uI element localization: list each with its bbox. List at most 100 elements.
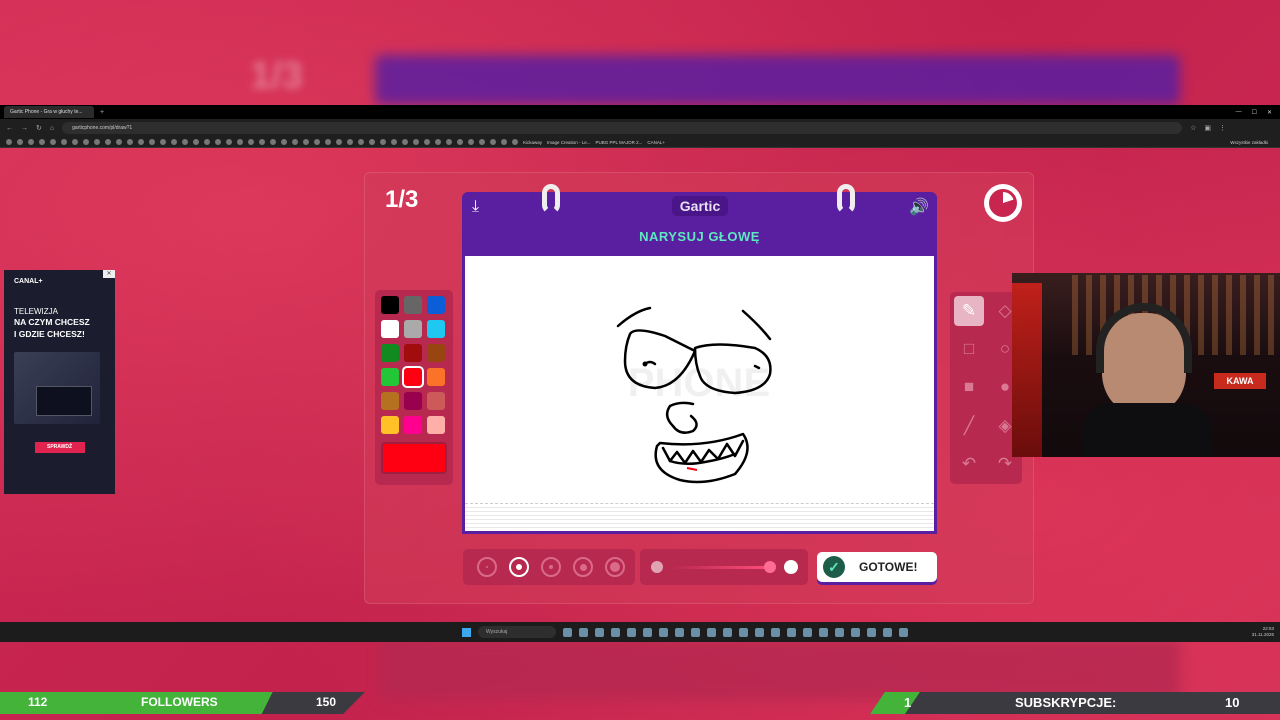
bookmark-icon[interactable]: [171, 139, 177, 145]
bookmark-icon[interactable]: [457, 139, 463, 145]
bookmark-icon[interactable]: [402, 139, 408, 145]
forward-icon[interactable]: →: [21, 125, 28, 132]
bookmark-icon[interactable]: [116, 139, 122, 145]
color-swatch[interactable]: [381, 320, 399, 338]
bookmark-icon[interactable]: [17, 139, 23, 145]
new-tab-icon[interactable]: +: [100, 109, 104, 116]
brush-size-4[interactable]: [573, 557, 593, 577]
taskbar-app-icon[interactable]: [579, 627, 588, 637]
taskbar-app-icon[interactable]: [803, 627, 812, 637]
bookmark-icon[interactable]: [413, 139, 419, 145]
bookmark-icon[interactable]: [336, 139, 342, 145]
bookmark-icon[interactable]: [325, 139, 331, 145]
color-swatch[interactable]: [381, 368, 399, 386]
bookmark-icon[interactable]: [94, 139, 100, 145]
color-swatch[interactable]: [427, 416, 445, 434]
bookmark-kickaway[interactable]: Kickaway: [523, 140, 542, 145]
undo-icon[interactable]: ↶: [954, 449, 984, 479]
bookmark-icon[interactable]: [479, 139, 485, 145]
back-icon[interactable]: ←: [6, 125, 13, 132]
bookmark-icon[interactable]: [237, 139, 243, 145]
taskbar-app-icon[interactable]: [819, 627, 828, 637]
bookmark-star-icon[interactable]: ☆: [1190, 124, 1196, 132]
done-button[interactable]: ✓ GOTOWE!: [817, 552, 937, 582]
bookmark-icon[interactable]: [435, 139, 441, 145]
color-swatch[interactable]: [402, 366, 424, 388]
bookmark-icon[interactable]: [303, 139, 309, 145]
bookmark-icon[interactable]: [226, 139, 232, 145]
bookmark-icon[interactable]: [215, 139, 221, 145]
canal-plus-ad[interactable]: ✕ CANAL+ TELEWIZJA NA CZYM CHCESZ I GDZI…: [4, 270, 115, 494]
bookmark-icon[interactable]: [314, 139, 320, 145]
all-bookmarks[interactable]: Wszystkie zakładki: [1230, 140, 1280, 145]
color-swatch[interactable]: [404, 392, 422, 410]
color-swatch[interactable]: [404, 416, 422, 434]
brush-size-1[interactable]: [477, 557, 497, 577]
ad-cta-button[interactable]: SPRAWDŹ: [34, 442, 85, 453]
color-swatch[interactable]: [427, 344, 445, 362]
bookmark-icon[interactable]: [501, 139, 507, 145]
start-icon[interactable]: [462, 627, 471, 637]
rectangle-fill-icon[interactable]: ■: [954, 372, 984, 402]
opacity-track[interactable]: [670, 566, 770, 569]
ad-close-icon[interactable]: ✕: [103, 270, 115, 278]
bookmark-icon[interactable]: [28, 139, 34, 145]
bookmark-canal[interactable]: CANAL+: [647, 140, 665, 145]
color-swatch[interactable]: [427, 392, 445, 410]
taskbar-app-icon[interactable]: [611, 627, 620, 637]
extensions-icon[interactable]: ▣: [1204, 124, 1211, 132]
pencil-icon[interactable]: ✎: [954, 296, 984, 326]
minimize-icon[interactable]: —: [1236, 109, 1242, 116]
bookmark-icon[interactable]: [138, 139, 144, 145]
color-swatch[interactable]: [381, 392, 399, 410]
color-swatch[interactable]: [381, 296, 399, 314]
taskbar-app-icon[interactable]: [595, 627, 604, 637]
taskbar-app-icon[interactable]: [659, 627, 668, 637]
taskbar-app-icon[interactable]: [739, 627, 748, 637]
bookmark-icon[interactable]: [358, 139, 364, 145]
color-swatch[interactable]: [427, 296, 445, 314]
color-swatch[interactable]: [427, 368, 445, 386]
drawing-canvas[interactable]: PHONE: [462, 256, 937, 534]
close-icon[interactable]: ✕: [1267, 109, 1272, 116]
bookmark-icon[interactable]: [369, 139, 375, 145]
bookmark-icon[interactable]: [182, 139, 188, 145]
taskbar-app-icon[interactable]: [899, 627, 908, 637]
bookmark-icon[interactable]: [160, 139, 166, 145]
bookmark-icon[interactable]: [105, 139, 111, 145]
bookmark-icon[interactable]: [512, 139, 518, 145]
color-swatch[interactable]: [381, 344, 399, 362]
home-icon[interactable]: ⌂: [50, 125, 54, 132]
taskbar-app-icon[interactable]: [675, 627, 684, 637]
taskbar-app-icon[interactable]: [707, 627, 716, 637]
bookmark-icon[interactable]: [281, 139, 287, 145]
bookmark-icon[interactable]: [391, 139, 397, 145]
system-clock[interactable]: 22:53 31.11.2026: [1252, 626, 1274, 638]
opacity-handle[interactable]: [764, 561, 776, 573]
color-swatch[interactable]: [404, 320, 422, 338]
bookmark-icon[interactable]: [83, 139, 89, 145]
color-swatch[interactable]: [427, 320, 445, 338]
taskbar-app-icon[interactable]: [867, 627, 876, 637]
taskbar-app-icon[interactable]: [883, 627, 892, 637]
bookmark-image-creation[interactable]: Image Creation - Le...: [547, 140, 591, 145]
bookmark-icon[interactable]: [127, 139, 133, 145]
taskbar-search[interactable]: Wyszukaj: [478, 626, 556, 638]
bookmark-icon[interactable]: [490, 139, 496, 145]
bookmark-icon[interactable]: [149, 139, 155, 145]
bookmark-icon[interactable]: [6, 139, 12, 145]
taskbar-app-icon[interactable]: [563, 627, 572, 637]
bookmark-icon[interactable]: [380, 139, 386, 145]
bookmark-icon[interactable]: [39, 139, 45, 145]
address-bar[interactable]: garticphone.com/pl/draw?1: [62, 122, 1183, 134]
brush-size-3[interactable]: [541, 557, 561, 577]
maximize-icon[interactable]: ☐: [1252, 109, 1257, 116]
download-icon[interactable]: ⤓: [472, 198, 479, 216]
taskbar-app-icon[interactable]: [851, 627, 860, 637]
color-swatch[interactable]: [404, 344, 422, 362]
bookmark-icon[interactable]: [204, 139, 210, 145]
taskbar-app-icon[interactable]: [755, 627, 764, 637]
bookmark-icon[interactable]: [248, 139, 254, 145]
bookmark-icon[interactable]: [259, 139, 265, 145]
bookmark-pubg[interactable]: PUBG PPL MAJOR 2...: [596, 140, 643, 145]
